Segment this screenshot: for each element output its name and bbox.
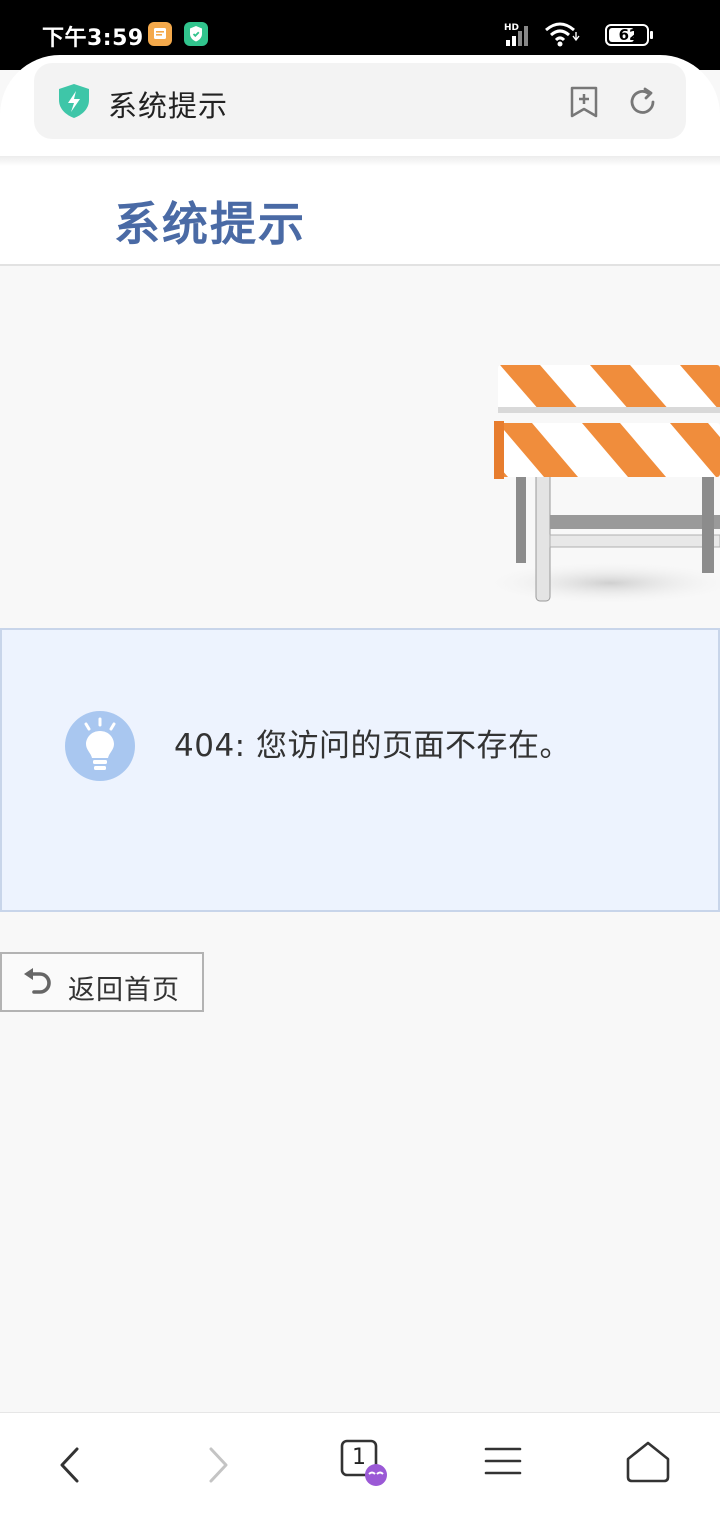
address-title[interactable]: 系统提示 (108, 83, 228, 125)
back-home-button[interactable]: 返回首页 (0, 952, 204, 1012)
security-app-icon (184, 22, 208, 46)
network-type-label: HD (504, 23, 519, 33)
tabs-button[interactable]: 1 (338, 1437, 398, 1497)
wifi-icon (545, 22, 580, 47)
road-barrier-image (470, 355, 720, 610)
toolbar-shadow (0, 156, 720, 166)
tab-count: 1 (352, 1445, 366, 1470)
error-message-box: 404: 您访问的页面不存在。 (0, 628, 720, 912)
lightbulb-icon (64, 710, 136, 786)
error-message: 404: 您访问的页面不存在。 (174, 728, 571, 764)
home-icon[interactable] (618, 1437, 678, 1497)
chevron-left-icon[interactable] (40, 1437, 100, 1497)
address-bar[interactable]: 系统提示 (34, 63, 686, 139)
browser-toolbar: 系统提示 (0, 55, 720, 158)
bookmark-add-icon[interactable] (568, 85, 600, 123)
status-indicators: HD 62 (504, 20, 684, 50)
signal-icon: HD (504, 23, 528, 46)
back-home-label: 返回首页 (68, 975, 180, 1006)
notification-app-icon (148, 22, 172, 46)
status-time: 下午3:59 (42, 26, 144, 51)
shield-bolt-icon (56, 82, 92, 124)
battery-level: 62 (618, 26, 640, 44)
page-header: 系统提示 (0, 166, 720, 266)
page-title: 系统提示 (114, 197, 306, 251)
chevron-right-icon[interactable] (188, 1437, 248, 1497)
browser-bottom-bar: 1 (0, 1412, 720, 1520)
undo-icon (22, 968, 54, 1002)
refresh-icon[interactable] (626, 85, 660, 123)
menu-icon[interactable] (474, 1437, 534, 1497)
